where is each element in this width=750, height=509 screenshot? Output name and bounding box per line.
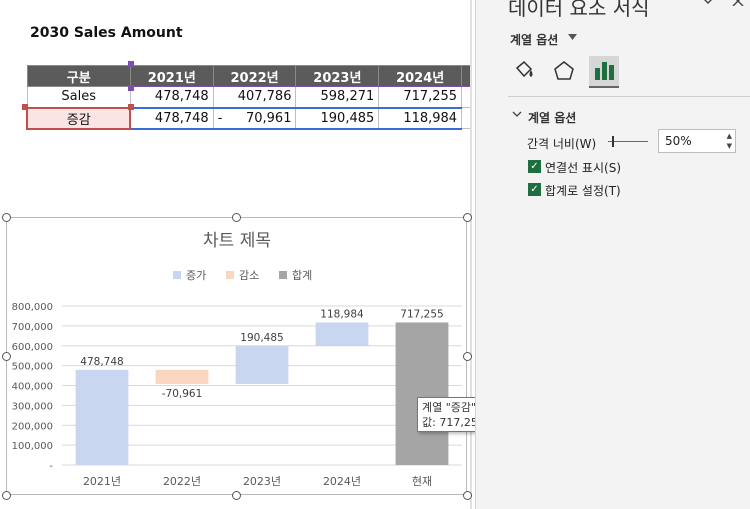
table-cell[interactable]: Sales [26,86,131,108]
x-tick-label: 2021년 [83,475,121,488]
range-outline [132,86,470,87]
table-header-cell[interactable]: 구분 [26,65,131,87]
table-cell-selected-label[interactable]: 증감 [25,106,132,130]
range-handle[interactable] [128,104,134,110]
resize-handle[interactable] [463,491,472,500]
gap-width-slider[interactable] [608,141,648,142]
slider-thumb[interactable] [612,136,614,147]
y-tick-label: 400,000 [12,382,53,393]
set-as-total-checkbox[interactable]: ✓ [528,183,541,196]
y-tick-label: 300,000 [12,401,53,412]
table-header-cell[interactable]: 2023년 [295,65,380,87]
resize-handle[interactable] [463,352,472,361]
y-tick-label: 100,000 [12,441,53,452]
y-tick-label: 500,000 [12,362,53,373]
tab-selected-indicator [589,86,619,88]
chevron-down-icon[interactable] [512,110,522,121]
table-header-cell[interactable]: 2021년 [129,65,214,87]
y-tick-label: 200,000 [12,421,53,432]
table-row: 증감 478,748 - 70,961 190,485 118,984 [25,106,472,130]
table-cell[interactable]: 190,485 [295,106,380,130]
fill-bucket-icon[interactable] [509,56,539,86]
legend-swatch [173,271,181,279]
cell-value: 70,961 [245,110,292,126]
range-handle[interactable] [22,104,28,110]
data-label: 478,748 [80,356,123,368]
sheet-title[interactable]: 2030 Sales Amount [30,25,183,41]
resize-handle[interactable] [2,491,11,500]
excel-window: 2030 Sales Amount 구분 2021년 2022년 2023년 2… [0,0,750,509]
table-header-row: 구분 2021년 2022년 2023년 2024년 [26,65,472,87]
table-cell[interactable]: - 70,961 [212,106,297,130]
legend-label: 증가 [186,269,206,282]
sheet-edge [470,0,472,509]
chart-bar [315,322,369,347]
data-label: -70,961 [162,388,203,400]
close-icon[interactable] [732,0,744,10]
resize-handle[interactable] [463,213,472,222]
chart-title: 차트 제목 [203,231,271,251]
resize-handle[interactable] [232,491,241,500]
caret-down-icon[interactable] [568,33,577,43]
series-options-dropdown[interactable]: 계열 옵션 [510,31,558,48]
resize-handle[interactable] [2,213,11,222]
gap-width-input[interactable]: 50% ▲ ▼ [658,129,736,153]
x-tick-label: 현재 [412,475,432,488]
table-cell[interactable]: 598,271 [295,86,380,108]
legend-label: 감소 [239,269,259,282]
data-label: 190,485 [240,332,283,344]
table-cell[interactable]: 407,786 [212,86,297,108]
resize-handle[interactable] [2,352,11,361]
chart-bar [155,369,209,384]
sales-table: 구분 2021년 2022년 2023년 2024년 Sales 478,748… [25,65,472,130]
table-cell[interactable]: 478,748 [129,86,214,108]
x-tick-label: 2024년 [323,475,361,488]
table-cell[interactable]: 717,255 [378,86,463,108]
resize-handle[interactable] [232,213,241,222]
chart-bar [75,369,129,465]
table-header-cell[interactable]: 2022년 [212,65,297,87]
gap-width-value: 50% [665,134,692,148]
range-handle[interactable] [128,61,134,67]
y-tick-label: 700,000 [12,322,53,333]
y-tick-label: - [49,461,53,472]
set-as-total-checkbox-label[interactable]: 합계로 설정(T) [545,182,621,199]
legend-swatch [279,271,287,279]
format-pane: 데이터 요소 서식 계열 옵션 계열 옵션 간격 너비(W) 50% ▲ ▼ ✓… [475,0,750,509]
spin-down-icon[interactable]: ▼ [727,142,732,150]
y-tick-label: 800,000 [12,302,53,313]
data-label: 717,255 [400,308,443,320]
chevron-down-icon[interactable] [701,0,715,10]
chart-canvas: 차트 제목증가 감소 합계 - 100,000 200,000 300,000 400,000… [12,231,462,488]
x-tick-label: 2023년 [243,475,281,488]
chart-bar [395,322,449,465]
connector-checkbox-label[interactable]: 연결선 표시(S) [545,159,621,176]
divider [508,96,750,97]
table-header-cell[interactable]: 2024년 [378,65,463,87]
waterfall-chart[interactable]: 차트 제목증가 감소 합계 - 100,000 200,000 300,000 400,000… [6,217,467,495]
gap-width-label: 간격 너비(W) [527,137,597,151]
legend-label: 합계 [292,269,312,282]
connector-checkbox[interactable]: ✓ [528,160,541,173]
chart-bar [235,346,289,384]
bar-chart-options-icon[interactable] [589,56,619,86]
table-cell[interactable]: 118,984 [378,106,463,130]
pane-title: 데이터 요소 서식 [508,0,650,20]
spin-up-icon[interactable]: ▲ [727,132,732,140]
table-cell[interactable]: 478,748 [129,106,214,130]
x-tick-label: 2022년 [163,475,201,488]
y-tick-label: 600,000 [12,342,53,353]
table-row: Sales 478,748 407,786 598,271 717,255 [26,86,472,108]
legend-swatch [226,271,234,279]
section-title[interactable]: 계열 옵션 [528,109,576,126]
data-label: 118,984 [320,308,364,320]
pentagon-effects-icon[interactable] [549,56,579,86]
negative-sign: - [217,110,223,126]
